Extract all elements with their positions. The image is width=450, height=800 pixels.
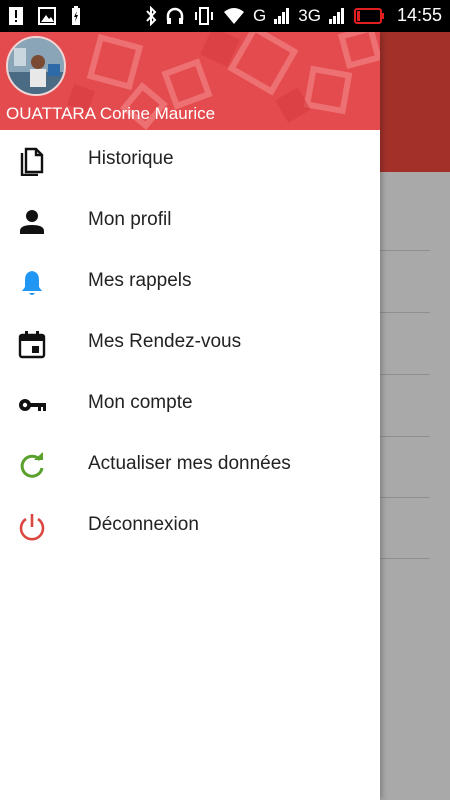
list-divider bbox=[380, 312, 430, 313]
battery-charging-icon bbox=[72, 6, 80, 25]
menu-item-mes-rendez-vous[interactable]: Mes Rendez-vous bbox=[0, 313, 380, 373]
signal-icon bbox=[274, 7, 290, 24]
menu-item-mon-compte[interactable]: Mon compte bbox=[0, 374, 380, 434]
navigation-drawer: OUATTARA Corine Maurice Historique Mon p… bbox=[0, 32, 380, 800]
battery-low-icon bbox=[353, 7, 384, 24]
user-name: OUATTARA Corine Maurice bbox=[6, 104, 216, 123]
signal-icon bbox=[328, 7, 344, 24]
list-divider bbox=[380, 436, 430, 437]
wifi-icon bbox=[224, 7, 245, 24]
headphones-icon bbox=[166, 7, 184, 24]
status-bar: G 3G 14:55 bbox=[0, 0, 450, 32]
menu-item-label: Mes Rendez-vous bbox=[88, 331, 242, 352]
menu-item-label: Historique bbox=[88, 148, 174, 169]
menu-item-mes-rappels[interactable]: Mes rappels bbox=[0, 252, 380, 312]
clock: 14:55 bbox=[396, 5, 442, 25]
menu-item-label: Mes rappels bbox=[88, 270, 192, 291]
menu-item-deconnexion[interactable]: Déconnexion bbox=[0, 496, 380, 556]
refresh-icon bbox=[20, 452, 44, 478]
bluetooth-icon bbox=[146, 5, 157, 26]
list-divider bbox=[380, 497, 430, 498]
image-icon bbox=[38, 7, 56, 25]
list-divider bbox=[380, 374, 430, 375]
menu-item-label: Déconnexion bbox=[88, 514, 199, 535]
vibrate-icon bbox=[195, 6, 214, 25]
menu-item-label: Actualiser mes données bbox=[88, 453, 291, 474]
content-list[interactable] bbox=[380, 172, 450, 800]
list-divider bbox=[380, 250, 430, 251]
calendar-icon bbox=[18, 331, 46, 359]
menu-item-historique[interactable]: Historique bbox=[0, 130, 380, 190]
drawer-header: OUATTARA Corine Maurice bbox=[0, 32, 380, 130]
profile-photo bbox=[8, 38, 64, 94]
menu-item-actualiser[interactable]: Actualiser mes données bbox=[0, 435, 380, 495]
menu-item-mon-profil[interactable]: Mon profil bbox=[0, 191, 380, 251]
power-icon bbox=[19, 514, 45, 541]
menu-item-label: Mon profil bbox=[88, 209, 172, 230]
key-icon bbox=[19, 399, 46, 411]
menu-item-label: Mon compte bbox=[88, 392, 193, 413]
alert-icon bbox=[9, 7, 23, 25]
network-type-3g: 3G bbox=[298, 5, 321, 25]
person-icon bbox=[20, 210, 44, 234]
list-divider bbox=[380, 558, 430, 559]
bell-icon bbox=[22, 271, 42, 295]
avatar[interactable] bbox=[6, 36, 66, 96]
network-type-g: G bbox=[253, 5, 267, 25]
document-icon bbox=[20, 147, 44, 176]
